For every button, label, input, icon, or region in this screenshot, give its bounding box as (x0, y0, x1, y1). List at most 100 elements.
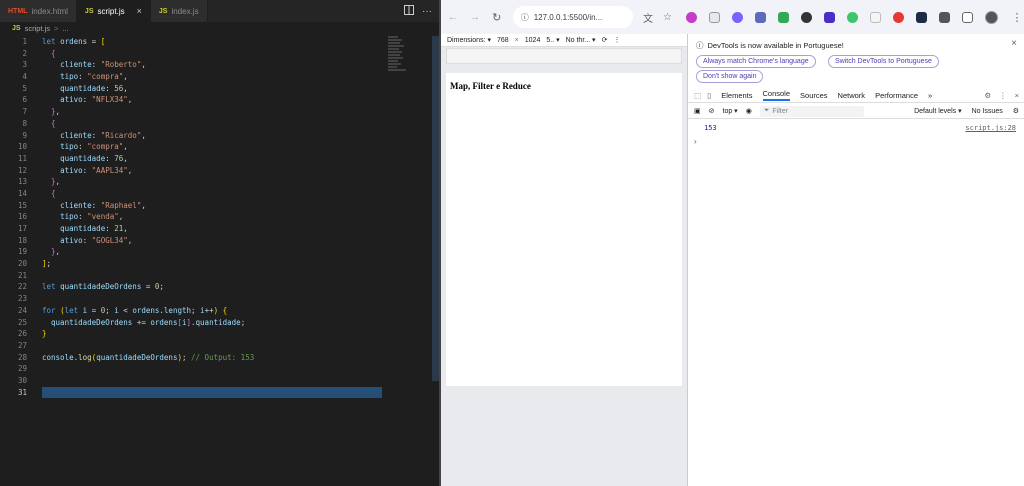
inspect-element-icon[interactable]: ⬚ (694, 91, 701, 100)
code-line[interactable]: ativo: "AAPL34", (42, 165, 382, 177)
issues-indicator[interactable]: No Issues (972, 108, 1003, 115)
zoom-select[interactable]: 5.. ▾ (546, 36, 559, 44)
extension-icon[interactable] (731, 11, 743, 23)
width-input[interactable]: 768 (497, 37, 509, 44)
sidebar-toggle-icon[interactable]: ▣ (694, 107, 701, 115)
line-number-gutter: 1 2 3 4 5 6 7 8 9 10 11 12 13 14 15 16 17 18 19 20 21 22 23 24 2… (0, 36, 30, 398)
code-line[interactable]: quantidade: 76, (42, 153, 382, 165)
clear-console-icon[interactable]: ⊘ (709, 107, 715, 115)
code-line[interactable]: ativo: "NFLX34", (42, 94, 382, 106)
reload-icon[interactable]: ↻ (491, 11, 503, 24)
code-line[interactable]: ​ (42, 293, 382, 305)
code-line[interactable]: quantidade: 21, (42, 223, 382, 235)
tab-elements[interactable]: Elements (721, 91, 752, 100)
more-options-icon[interactable]: ⋮ (999, 91, 1007, 100)
minimap[interactable] (388, 36, 412, 76)
code-line[interactable]: }, (42, 246, 382, 258)
match-language-button[interactable]: Always match Chrome's language (696, 55, 816, 68)
code-line[interactable]: { (42, 188, 382, 200)
extension-icon[interactable] (915, 11, 927, 23)
log-levels-select[interactable]: Default levels ▾ (914, 107, 961, 115)
site-info-icon[interactable]: ⓘ (521, 12, 529, 23)
dimensions-select[interactable]: Dimensions: ▾ (447, 36, 491, 44)
code-line[interactable]: ​ (42, 340, 382, 352)
rotate-icon[interactable]: ⟳ (602, 36, 608, 44)
code-line[interactable]: console.log(quantidadeDeOrdens); // Outp… (42, 352, 382, 364)
code-line[interactable]: let ordens = [ (42, 36, 382, 48)
extension-icon[interactable] (846, 11, 858, 23)
line-number: 14 (17, 188, 27, 198)
address-bar[interactable]: ⓘ 127.0.0.1:5500/in... (512, 6, 634, 28)
more-options-icon[interactable]: ⋮ (613, 36, 620, 44)
devtools-tab-bar: ⬚ ▯ Elements Console Sources Network Per… (688, 88, 1024, 103)
code-line[interactable]: cliente: "Roberto", (42, 59, 382, 71)
code-line[interactable]: ​ (42, 386, 382, 399)
code-line[interactable]: ]; (42, 258, 382, 270)
extension-icon[interactable] (823, 11, 835, 23)
eye-icon[interactable]: ◉ (746, 107, 752, 115)
translate-icon[interactable]: 文 (643, 10, 653, 25)
breadcrumb-symbol[interactable]: ... (62, 24, 68, 33)
throttle-select[interactable]: No thr... ▾ (566, 36, 596, 44)
extension-icon[interactable] (800, 11, 812, 23)
filter-input[interactable]: ⏷ Filter (759, 105, 864, 117)
tab-sources[interactable]: Sources (800, 91, 828, 100)
code-line[interactable]: ​ (42, 375, 382, 387)
more-tabs-icon[interactable]: » (928, 91, 932, 100)
code-line[interactable]: ​ (42, 270, 382, 282)
height-input[interactable]: 1024 (525, 37, 541, 44)
code-area[interactable]: let ordens = [ { cliente: "Roberto", tip… (42, 36, 382, 399)
extension-icon[interactable] (685, 11, 697, 23)
editor-tab-bar: HTML index.html JS script.js × JS index.… (0, 0, 440, 22)
close-icon[interactable]: × (137, 6, 142, 16)
gear-icon[interactable]: ⚙ (984, 91, 991, 100)
switch-language-button[interactable]: Switch DevTools to Portuguese (828, 55, 939, 68)
tab-network[interactable]: Network (838, 91, 866, 100)
code-line[interactable]: quantidadeDeOrdens += ordens[i].quantida… (42, 317, 382, 329)
extension-icon[interactable] (869, 11, 881, 23)
menu-icon[interactable]: ⋮ (1010, 11, 1024, 24)
code-line[interactable]: { (42, 118, 382, 130)
console-prompt[interactable]: › (694, 137, 697, 146)
puzzle-extensions-icon[interactable] (938, 11, 950, 23)
close-icon[interactable]: × (1011, 38, 1017, 49)
code-line[interactable]: tipo: "compra", (42, 141, 382, 153)
code-line[interactable]: let quantidadeDeOrdens = 0; (42, 281, 382, 293)
bookmark-star-icon[interactable]: ☆ (663, 12, 672, 23)
tab-performance[interactable]: Performance (875, 91, 918, 100)
code-line[interactable]: }, (42, 176, 382, 188)
line-number: 3 (22, 60, 27, 70)
tab-script-js[interactable]: JS script.js × (76, 0, 151, 22)
context-select[interactable]: top ▾ (723, 107, 738, 115)
code-line[interactable]: quantidade: 56, (42, 83, 382, 95)
code-line[interactable]: ​ (42, 363, 382, 375)
extension-icon[interactable] (892, 11, 904, 23)
tab-console[interactable]: Console (762, 89, 791, 101)
code-line[interactable]: { (42, 48, 382, 60)
tab-index-html[interactable]: HTML index.html (0, 0, 77, 22)
gear-icon[interactable]: ⚙ (1013, 107, 1019, 115)
more-actions-icon[interactable]: ··· (422, 6, 432, 17)
extension-icon[interactable] (754, 11, 766, 23)
code-line[interactable]: cliente: "Ricardo", (42, 130, 382, 142)
avatar[interactable] (984, 10, 998, 24)
console-log-source-link[interactable]: script.js:28 (965, 124, 1016, 132)
split-editor-icon[interactable] (404, 4, 414, 18)
breadcrumb-file[interactable]: script.js (25, 24, 50, 33)
back-icon[interactable]: ← (447, 11, 459, 23)
code-line[interactable]: cliente: "Raphael", (42, 200, 382, 212)
extension-icon[interactable] (708, 11, 720, 23)
device-toggle-icon[interactable]: ▯ (707, 91, 711, 100)
code-line[interactable]: ativo: "GOGL34", (42, 235, 382, 247)
code-line[interactable]: tipo: "compra", (42, 71, 382, 83)
extension-icon[interactable] (777, 11, 789, 23)
code-line[interactable]: } (42, 328, 382, 340)
sidebar-icon[interactable] (961, 11, 973, 23)
tab-index-js[interactable]: JS index.js (150, 0, 208, 22)
dont-show-again-button[interactable]: Don't show again (696, 70, 764, 83)
code-line[interactable]: tipo: "venda", (42, 211, 382, 223)
code-line[interactable]: }, (42, 106, 382, 118)
close-icon[interactable]: × (1015, 91, 1019, 100)
code-line[interactable]: for (let i = 0; i < ordens.length; i++) … (42, 305, 382, 317)
forward-icon[interactable]: → (469, 11, 481, 23)
